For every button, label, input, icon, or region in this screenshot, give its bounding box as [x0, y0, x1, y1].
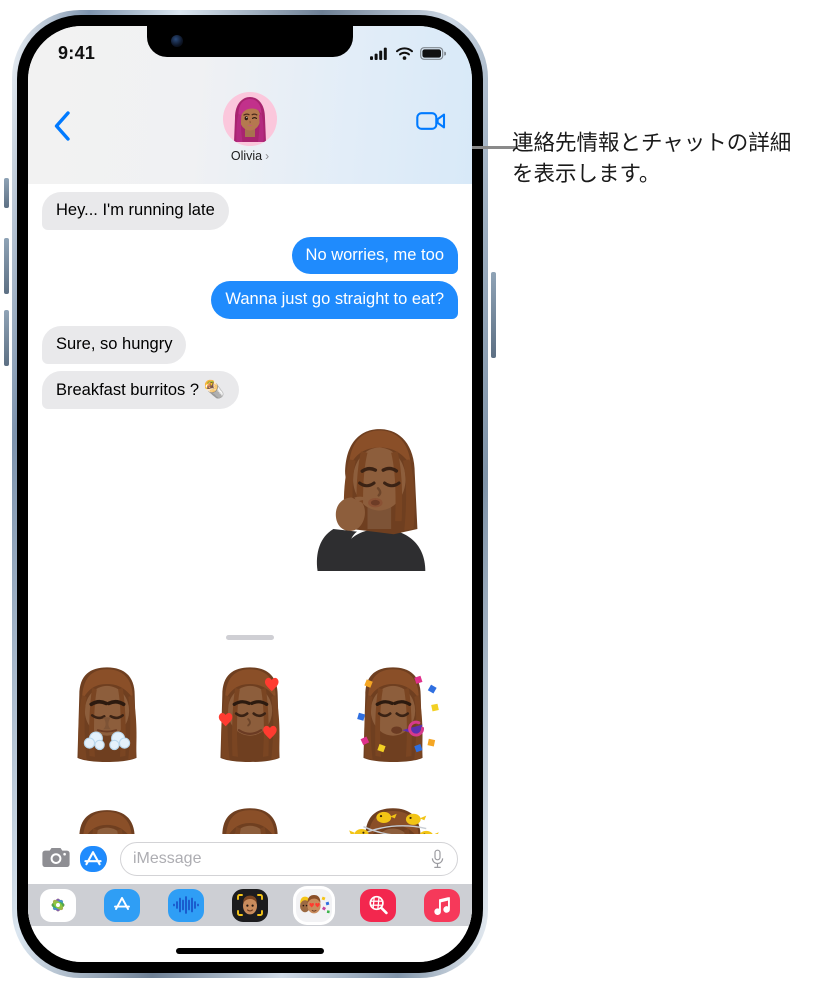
- message-row: Hey... I'm running late: [37, 192, 458, 230]
- contact-name-row[interactable]: Olivia ›: [231, 149, 269, 163]
- app-icon-images-search[interactable]: [360, 888, 396, 922]
- notch: [147, 26, 353, 57]
- wifi-icon: [396, 46, 413, 60]
- memoji-icon: [235, 892, 265, 918]
- soundwave-icon: [173, 896, 199, 914]
- contact-info-button[interactable]: Olivia ›: [223, 92, 277, 163]
- facetime-button[interactable]: [416, 110, 446, 137]
- memoji-sticker-steam-from-nose: [77, 666, 137, 762]
- memoji-stickers-icon: [300, 894, 330, 913]
- photos-icon: [51, 898, 65, 912]
- message-bubble-incoming[interactable]: Hey... I'm running late: [37, 192, 229, 230]
- memoji-avatar-olivia: [223, 92, 277, 146]
- message-bubble-outgoing[interactable]: Wanna just go straight to eat?: [211, 281, 463, 319]
- sticker-cell[interactable]: [321, 650, 464, 789]
- app-icon-photos[interactable]: [40, 888, 76, 922]
- app-icon-audio-message[interactable]: [168, 888, 204, 922]
- chevron-left-icon: [54, 111, 70, 141]
- memoji-sticker-hearts: [218, 666, 280, 762]
- burrito-emoji: 🌯: [203, 379, 225, 399]
- memoji-sticker-party-horn: [356, 666, 439, 762]
- battery-icon: [420, 46, 446, 60]
- app-icon-app-store[interactable]: [104, 888, 140, 922]
- microphone-icon[interactable]: [430, 849, 445, 869]
- message-bubble-incoming[interactable]: Breakfast burritos ? 🌯: [37, 370, 239, 410]
- message-bubble-outgoing[interactable]: No worries, me too: [291, 236, 464, 275]
- message-row: Wanna just go straight to eat?: [42, 281, 463, 319]
- app-icon-apple-music[interactable]: [424, 888, 460, 922]
- home-indicator: [176, 948, 324, 954]
- message-row-sticker: [42, 416, 458, 572]
- sticker-cell[interactable]: [36, 650, 179, 789]
- message-row: No worries, me too: [42, 236, 464, 275]
- imessage-input[interactable]: iMessage: [120, 842, 458, 876]
- images-search-icon: [369, 895, 388, 915]
- callout-text: 連絡先情報とチャットの詳細を表示します。: [512, 131, 792, 188]
- silent-switch[interactable]: [4, 178, 9, 208]
- back-button[interactable]: [52, 110, 72, 147]
- message-input-bar: iMessage: [28, 834, 472, 884]
- music-note-icon: [434, 896, 450, 915]
- message-bubble-incoming[interactable]: Sure, so hungry: [36, 325, 187, 364]
- chevron-right-icon: ›: [265, 149, 270, 163]
- memoji-sticker-chefs-kiss[interactable]: [298, 416, 458, 572]
- phone-bezel: Olivia › Hey... I'm running late No worr…: [17, 15, 483, 973]
- volume-down-button[interactable]: [4, 310, 9, 366]
- volume-up-button[interactable]: [4, 238, 9, 294]
- camera-icon: [42, 847, 70, 867]
- front-camera-icon: [171, 35, 183, 47]
- message-row: Breakfast burritos ? 🌯: [37, 370, 458, 410]
- app-store-icon: [80, 846, 107, 872]
- message-text: Hey... I'm running late: [56, 201, 215, 219]
- message-text: Breakfast burritos ?: [56, 380, 200, 399]
- app-store-button[interactable]: [80, 845, 110, 873]
- message-row: Sure, so hungry: [36, 325, 458, 364]
- side-power-button[interactable]: [491, 272, 496, 358]
- status-time: 9:41: [58, 42, 96, 63]
- message-text: Wanna just go straight to eat?: [225, 290, 444, 309]
- imessage-placeholder: iMessage: [133, 850, 202, 867]
- avatar: [223, 92, 277, 146]
- app-store-icon: [114, 897, 130, 910]
- imessage-app-drawer: [28, 884, 472, 926]
- status-icons: [370, 46, 446, 60]
- sticker-cell[interactable]: [179, 650, 322, 789]
- camera-button[interactable]: [42, 846, 70, 873]
- callout: 連絡先情報とチャットの詳細を表示します。: [512, 128, 812, 190]
- cellular-bars-icon: [370, 47, 387, 60]
- facetime-video-icon: [416, 112, 446, 130]
- contact-name: Olivia: [230, 149, 263, 163]
- iphone-frame: Olivia › Hey... I'm running late No worr…: [4, 10, 496, 978]
- screenshot-root: Olivia › Hey... I'm running late No worr…: [0, 0, 830, 990]
- message-text: Sure, so hungry: [56, 334, 173, 353]
- app-icon-memoji[interactable]: [232, 888, 268, 922]
- message-text: No worries, me too: [305, 245, 444, 264]
- phone-screen: Olivia › Hey... I'm running late No worr…: [28, 26, 472, 962]
- app-icon-memoji-stickers[interactable]: [296, 888, 332, 922]
